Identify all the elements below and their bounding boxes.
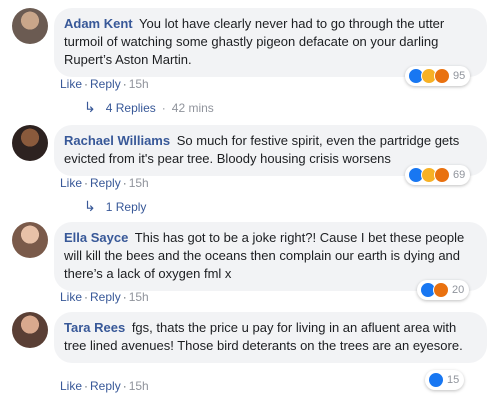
replies-time: 42 mins <box>171 100 214 115</box>
reactions-summary[interactable]: 20 <box>417 280 470 300</box>
reaction-count: 20 <box>452 284 465 296</box>
reactions-summary[interactable]: 69 <box>405 165 471 185</box>
separator: · <box>122 379 127 393</box>
like-link[interactable]: Like <box>60 176 82 190</box>
avatar[interactable] <box>12 8 48 44</box>
separator: · <box>84 176 89 190</box>
comment-actions: Like · Reply · 15h <box>60 76 149 92</box>
timestamp[interactable]: 15h <box>129 176 149 190</box>
like-link[interactable]: Like <box>60 379 82 393</box>
reply-arrow-icon: ↳ <box>84 99 96 115</box>
reply-link[interactable]: Reply <box>90 77 121 91</box>
replies-count[interactable]: 1 Reply <box>106 200 147 214</box>
like-icon <box>428 372 444 388</box>
separator: · <box>122 176 127 190</box>
comment-author[interactable]: Adam Kent <box>64 16 133 31</box>
avatar[interactable] <box>12 312 48 348</box>
separator: · <box>122 290 127 304</box>
like-link[interactable]: Like <box>60 77 82 91</box>
separator: · <box>84 379 89 393</box>
like-link[interactable]: Like <box>60 290 82 304</box>
comment-actions: Like · Reply · 15h <box>60 175 149 191</box>
separator: · <box>122 77 127 91</box>
separator: · <box>84 77 89 91</box>
reaction-count: 95 <box>453 70 466 82</box>
reactions-summary[interactable]: 15 <box>425 370 465 390</box>
reaction-count: 69 <box>453 169 466 181</box>
view-replies[interactable]: ↳ 1 Reply <box>84 198 146 215</box>
comment-author[interactable]: Tara Rees <box>64 320 125 335</box>
reply-link[interactable]: Reply <box>90 379 121 393</box>
timestamp[interactable]: 15h <box>129 77 149 91</box>
view-replies[interactable]: ↳ 4 Replies · 42 mins <box>84 99 214 116</box>
reply-arrow-icon: ↳ <box>84 198 96 214</box>
angry-icon <box>434 167 450 183</box>
avatar[interactable] <box>12 222 48 258</box>
timestamp[interactable]: 15h <box>129 379 149 393</box>
comment-author[interactable]: Rachael Williams <box>64 133 170 148</box>
reactions-summary[interactable]: 95 <box>405 66 471 86</box>
reaction-count: 15 <box>447 374 460 386</box>
comment-bubble: Tara Rees fgs, thats the price u pay for… <box>54 312 487 363</box>
reply-link[interactable]: Reply <box>90 176 121 190</box>
avatar[interactable] <box>12 125 48 161</box>
angry-icon <box>434 68 450 84</box>
replies-count[interactable]: 4 Replies <box>106 101 156 115</box>
comment-actions: Like · Reply · 15h <box>60 289 149 305</box>
comment-author[interactable]: Ella Sayce <box>64 230 128 245</box>
reply-link[interactable]: Reply <box>90 290 121 304</box>
separator: · <box>84 290 89 304</box>
timestamp[interactable]: 15h <box>129 290 149 304</box>
comment-actions: Like · Reply · 15h <box>60 378 149 394</box>
angry-icon <box>433 282 449 298</box>
separator: · <box>161 100 166 115</box>
